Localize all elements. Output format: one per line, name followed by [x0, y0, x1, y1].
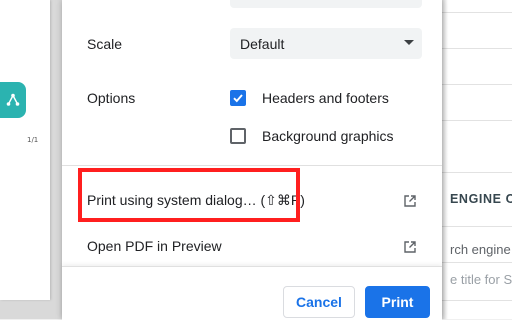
headers-footers-checkbox[interactable]: [230, 90, 246, 106]
print-dialog: Scale Default Options Headers and footer…: [62, 0, 442, 320]
preview-page-number: 1/1: [27, 136, 39, 144]
headers-footers-option[interactable]: Headers and footers: [230, 90, 389, 106]
scale-label: Scale: [87, 36, 123, 52]
print-button[interactable]: Print: [365, 286, 430, 318]
options-label: Options: [87, 90, 136, 106]
open-in-new-icon: [404, 241, 416, 253]
app-logo: [0, 82, 26, 118]
share-nodes-icon: [6, 93, 20, 106]
checkmark-icon: [233, 94, 243, 103]
scale-select[interactable]: Default: [230, 28, 422, 59]
dialog-footer: Cancel Print: [62, 266, 442, 320]
background-row-text: rch engine: [450, 242, 511, 257]
system-dialog-link[interactable]: Print using system dialog… (⇧⌘P): [62, 184, 442, 218]
destination-select-partial[interactable]: [230, 0, 422, 8]
background-divider: [442, 262, 512, 263]
background-divider: [442, 226, 512, 227]
background-divider: [442, 84, 512, 85]
chevron-down-icon: [404, 40, 414, 45]
background-divider: [442, 12, 512, 13]
background-divider: [442, 48, 512, 49]
system-dialog-label: Print using system dialog… (⇧⌘P): [87, 192, 305, 208]
scale-select-value: Default: [240, 35, 285, 52]
open-in-new-icon: [404, 195, 416, 207]
background-input-placeholder: e title for S: [450, 272, 512, 287]
background-divider: [442, 300, 512, 301]
background-graphics-option[interactable]: Background graphics: [230, 128, 394, 144]
preview-page: 1/1: [0, 0, 50, 300]
background-section-heading: ENGINE OPTI: [450, 192, 512, 206]
open-pdf-preview-label: Open PDF in Preview: [87, 238, 222, 254]
background-divider: [442, 172, 512, 173]
open-pdf-preview-link[interactable]: Open PDF in Preview: [62, 230, 442, 264]
print-preview-area: 1/1: [0, 0, 62, 319]
section-divider: [62, 165, 442, 166]
headers-footers-label: Headers and footers: [262, 90, 389, 106]
background-graphics-label: Background graphics: [262, 128, 394, 144]
dialog-shadow: [442, 0, 448, 319]
background-divider: [442, 120, 512, 121]
cancel-button[interactable]: Cancel: [283, 286, 355, 318]
background-graphics-checkbox[interactable]: [230, 128, 246, 144]
